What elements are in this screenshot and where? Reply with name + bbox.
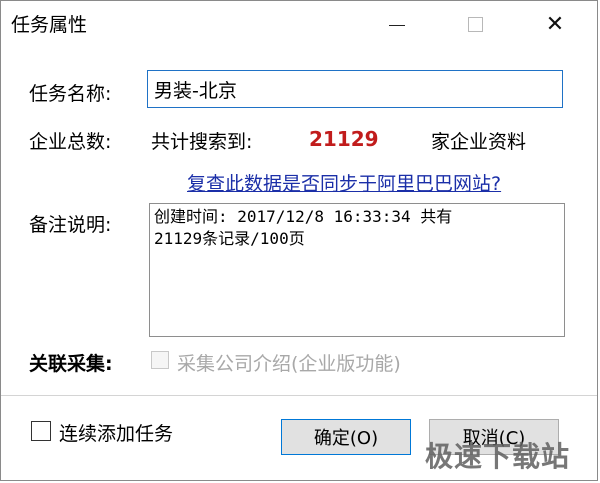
- close-icon: ✕: [545, 11, 565, 37]
- found-label: 共计搜索到:: [151, 131, 253, 153]
- close-button[interactable]: ✕: [527, 1, 583, 47]
- company-count: 21129: [309, 127, 379, 151]
- task-properties-dialog: 任务属性 ✕ 任务名称: 企业总数: 共计搜索到: 21129 家企业资料 复查…: [0, 0, 598, 481]
- minimize-button[interactable]: [369, 1, 425, 47]
- association-label: 关联采集:: [29, 353, 113, 375]
- remark-label: 备注说明:: [29, 214, 112, 236]
- task-name-input[interactable]: [147, 70, 563, 108]
- watermark-logo: 极速下载站: [425, 440, 571, 473]
- company-total-label: 企业总数:: [29, 131, 112, 153]
- remark-textarea[interactable]: 创建时间: 2017/12/8 16:33:34 共有 21129条记录/100…: [149, 203, 565, 337]
- title-bar[interactable]: 任务属性 ✕: [1, 1, 597, 47]
- association-checkbox: [151, 351, 169, 369]
- minimize-icon: [389, 24, 405, 26]
- window-title: 任务属性: [11, 14, 88, 36]
- maximize-button: [447, 1, 503, 47]
- task-name-label: 任务名称:: [29, 83, 112, 105]
- continue-add-checkbox[interactable]: [31, 421, 51, 441]
- continue-add-label[interactable]: 连续添加任务: [59, 419, 173, 446]
- company-suffix-label: 家企业资料: [431, 131, 527, 153]
- association-option-label: 采集公司介绍(企业版功能): [177, 353, 401, 375]
- footer-divider: [1, 395, 597, 396]
- recheck-sync-link[interactable]: 复查此数据是否同步于阿里巴巴网站?: [187, 169, 501, 196]
- dialog-body: 任务名称: 企业总数: 共计搜索到: 21129 家企业资料 复查此数据是否同步…: [1, 47, 597, 480]
- maximize-icon: [467, 16, 483, 32]
- ok-button[interactable]: 确定(O): [281, 419, 411, 455]
